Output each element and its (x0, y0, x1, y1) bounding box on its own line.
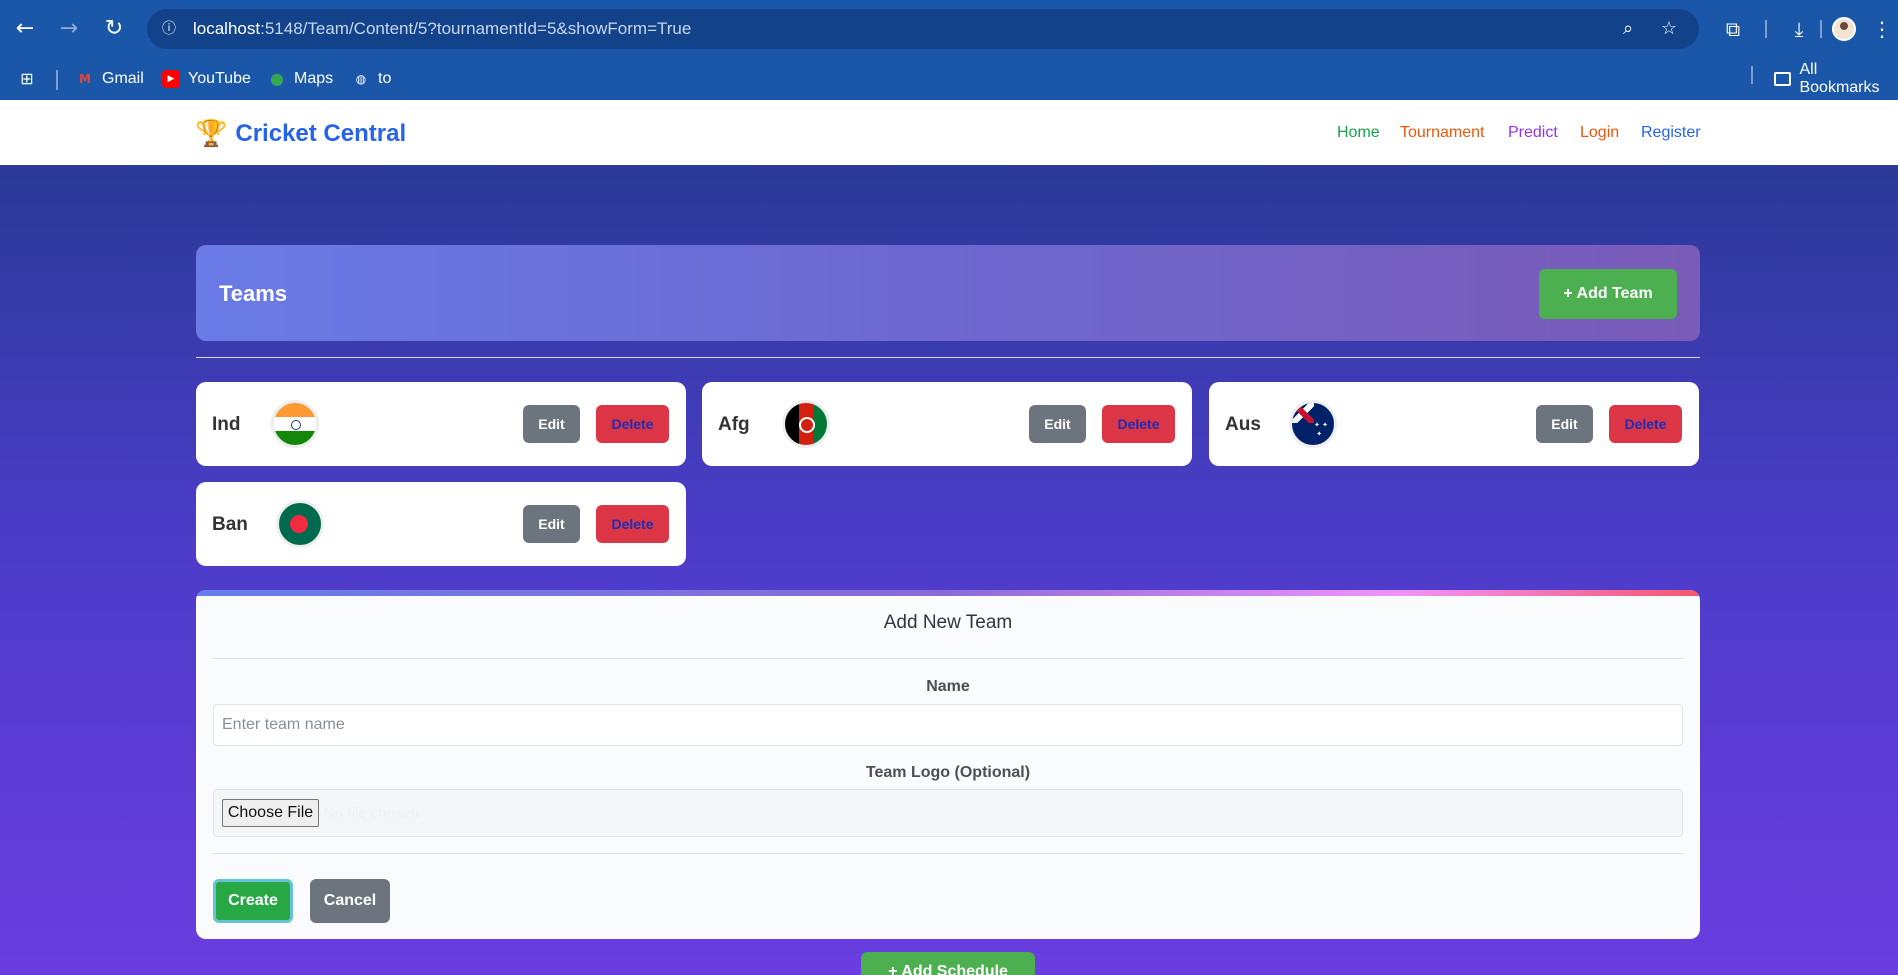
bookmark-maps[interactable]: ⬤ Maps (268, 66, 333, 92)
bookmark-star-icon[interactable]: ☆ (1657, 17, 1681, 41)
all-bookmarks[interactable]: All Bookmarks (1774, 61, 1898, 96)
download-icon[interactable]: ⤓ (1784, 14, 1814, 44)
gmail-icon: M (79, 72, 91, 86)
delete-button[interactable]: Delete (1102, 405, 1175, 443)
bangladesh-flag-icon (276, 500, 324, 548)
edit-button[interactable]: Edit (1536, 405, 1593, 443)
menu-kebab-icon[interactable]: ⋮ (1872, 14, 1892, 44)
youtube-icon: ▶ (162, 70, 180, 88)
nav-login[interactable]: Login (1580, 124, 1619, 142)
trophy-icon: 🏆 (195, 119, 228, 149)
team-card: Ind Edit Delete (196, 382, 686, 466)
toolbar-separator (1765, 20, 1767, 38)
bookmarks-separator (56, 70, 58, 90)
team-card: Afg Edit Delete (702, 382, 1192, 466)
apps-grid-icon[interactable]: ⊞ (18, 66, 36, 92)
toolbar-separator (1820, 20, 1822, 38)
team-name: Ind (212, 414, 241, 435)
omnibox[interactable]: ⓘ localhost:5148/Team/Content/5?tourname… (147, 9, 1699, 49)
name-label: Name (926, 678, 970, 695)
site-info-icon[interactable]: ⓘ (157, 17, 181, 41)
globe-icon: ◍ (355, 72, 367, 86)
team-card: Aus Edit Delete (1209, 382, 1699, 466)
team-card: Ban Edit Delete (196, 482, 686, 566)
delete-button[interactable]: Delete (1609, 405, 1682, 443)
section-divider (196, 357, 1700, 358)
logo-file-field: Choose File No file chosen (213, 789, 1683, 837)
bookmarks-separator (1751, 66, 1753, 84)
india-flag-icon (271, 400, 319, 448)
bookmark-youtube[interactable]: ▶ YouTube (162, 66, 251, 92)
team-name: Aus (1225, 414, 1261, 435)
bookmark-to[interactable]: ◍ to (352, 66, 392, 92)
add-team-form: Add New Team Name Team Logo (Optional) C… (196, 590, 1700, 939)
cancel-button[interactable]: Cancel (310, 879, 390, 923)
delete-button[interactable]: Delete (596, 405, 669, 443)
back-icon[interactable]: ← (10, 14, 40, 44)
zoom-icon[interactable]: ⌕ (1616, 17, 1640, 41)
add-team-button[interactable]: + Add Team (1539, 269, 1677, 319)
maps-icon: ⬤ (270, 72, 284, 86)
bookmark-gmail[interactable]: M Gmail (76, 66, 144, 92)
choose-file-button[interactable]: Choose File (222, 799, 319, 827)
form-title: Add New Team (883, 612, 1013, 633)
team-name: Ban (212, 514, 248, 535)
address-bar-row: ← → ↻ ⓘ localhost:5148/Team/Content/5?to… (0, 0, 1898, 58)
delete-button[interactable]: Delete (596, 505, 669, 543)
logo-label: Team Logo (Optional) (865, 764, 1031, 781)
afghanistan-flag-icon (782, 400, 830, 448)
bookmarks-bar: ⊞ M Gmail ▶ YouTube ⬤ Maps ◍ to All Book… (0, 58, 1898, 100)
nav-home[interactable]: Home (1337, 124, 1380, 142)
teams-header: Teams + Add Team (196, 245, 1700, 341)
extensions-icon[interactable]: ⧉ (1718, 14, 1748, 44)
edit-button[interactable]: Edit (1029, 405, 1086, 443)
teams-title: Teams (219, 281, 288, 306)
form-accent-bar (196, 590, 1700, 596)
australia-flag-icon (1289, 400, 1337, 448)
create-button[interactable]: Create (213, 879, 293, 923)
form-divider (212, 853, 1684, 854)
edit-button[interactable]: Edit (523, 405, 580, 443)
no-file-text: No file chosen (324, 805, 420, 822)
team-name-input[interactable] (213, 704, 1683, 746)
reload-icon[interactable]: ↻ (99, 14, 129, 44)
nav-register[interactable]: Register (1641, 124, 1701, 142)
form-divider (212, 658, 1684, 659)
nav-tournament[interactable]: Tournament (1400, 124, 1485, 142)
edit-button[interactable]: Edit (523, 505, 580, 543)
brand-name: Cricket Central (235, 120, 407, 147)
team-name: Afg (718, 414, 750, 435)
nav-predict[interactable]: Predict (1508, 124, 1558, 142)
add-schedule-button[interactable]: + Add Schedule (861, 952, 1035, 975)
brand-link[interactable]: 🏆 Cricket Central (195, 120, 406, 148)
folder-icon (1774, 72, 1792, 86)
forward-icon[interactable]: → (54, 14, 84, 44)
url-text[interactable]: localhost:5148/Team/Content/5?tournament… (193, 19, 691, 39)
profile-avatar[interactable] (1832, 17, 1856, 41)
